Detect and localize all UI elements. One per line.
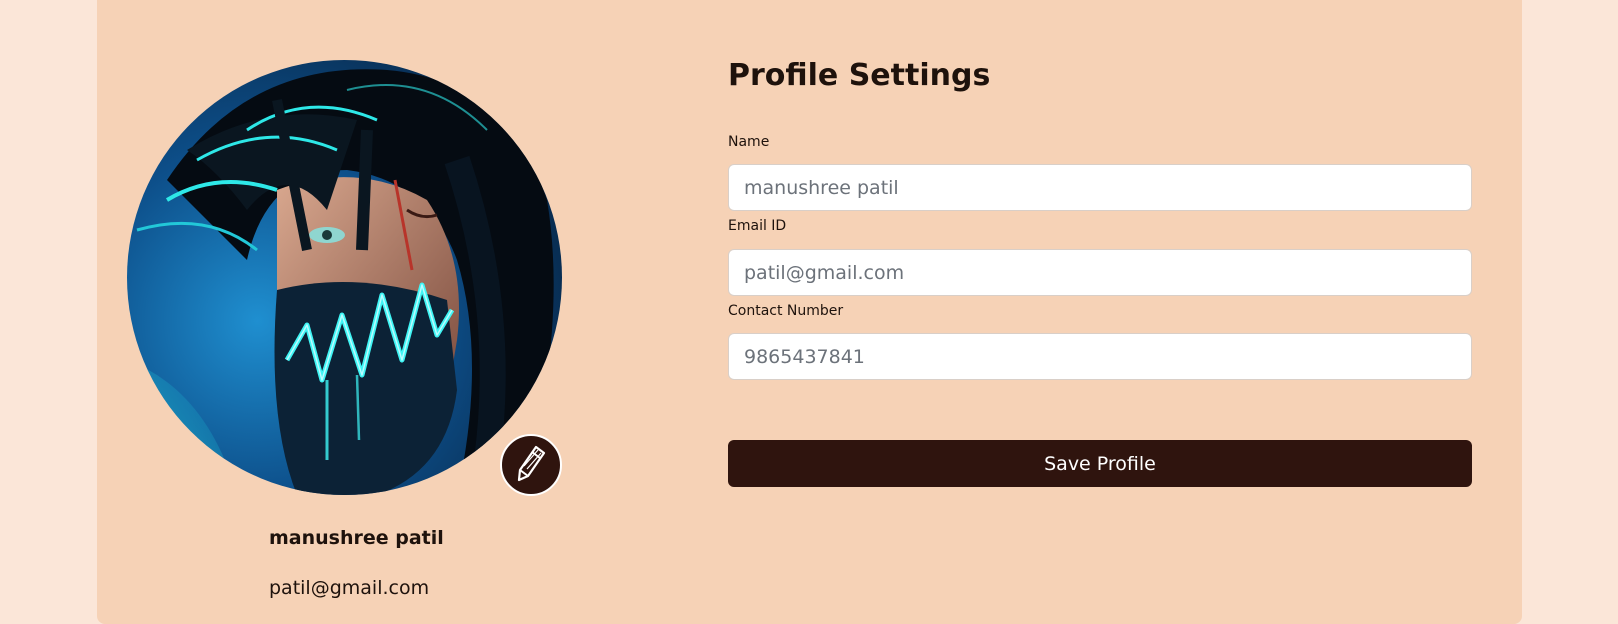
email-label: Email ID — [728, 218, 787, 234]
name-input[interactable] — [728, 164, 1472, 211]
contact-input[interactable] — [728, 333, 1472, 380]
pencil-icon — [514, 444, 548, 486]
page-title: Profile Settings — [728, 58, 991, 93]
email-input[interactable] — [728, 249, 1472, 296]
contact-label: Contact Number — [728, 303, 844, 319]
edit-avatar-button[interactable] — [500, 434, 562, 496]
profile-display-email: patil@gmail.com — [269, 577, 430, 599]
avatar-container — [127, 60, 562, 495]
name-label: Name — [728, 134, 770, 150]
avatar — [127, 60, 562, 495]
profile-display-name: manushree patil — [269, 527, 444, 549]
save-profile-button[interactable]: Save Profile — [728, 440, 1472, 487]
